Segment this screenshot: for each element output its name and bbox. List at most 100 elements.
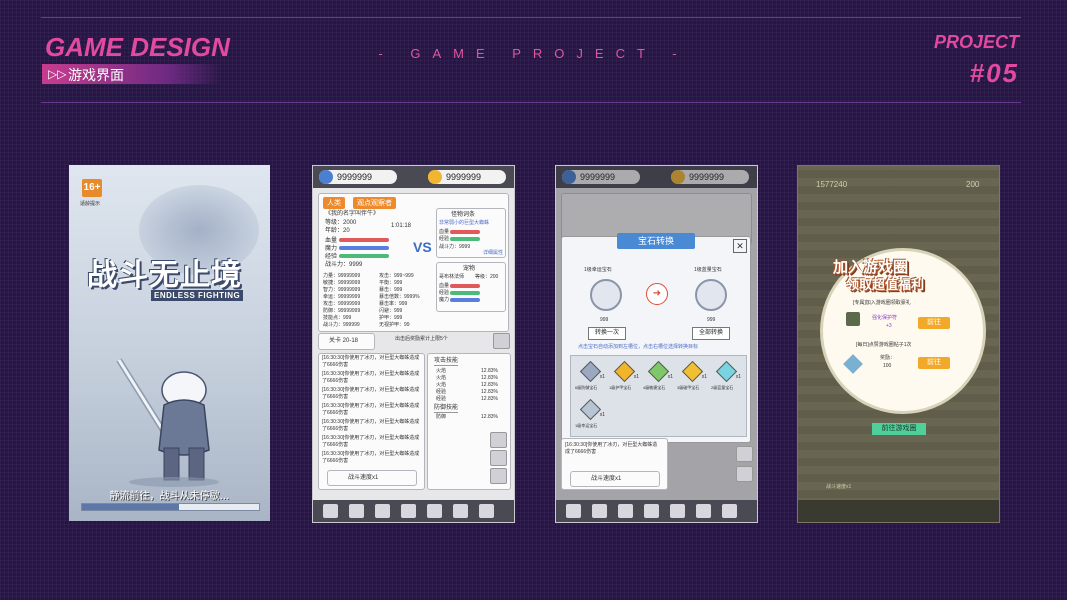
pet-mp: 魔力 bbox=[439, 297, 481, 304]
gem-name: 1级护甲宝石 bbox=[609, 385, 632, 390]
speed-button[interactable]: 战斗速度x1 bbox=[327, 470, 417, 486]
task1-title: [专属]加入游戏圈领取豪礼 bbox=[853, 300, 911, 306]
side-button[interactable] bbox=[736, 446, 753, 462]
pet-mp-bar bbox=[450, 297, 481, 302]
skill-value: 12.83% bbox=[481, 389, 498, 395]
attr-right: 无视护甲：99 bbox=[379, 322, 410, 328]
nav-sword-icon[interactable] bbox=[323, 504, 338, 518]
nav-bag-icon[interactable] bbox=[592, 504, 607, 518]
banner-line2: 领取超值福利 bbox=[846, 277, 925, 292]
run-icon[interactable] bbox=[493, 333, 510, 349]
skill-row: 经验 12.83% bbox=[436, 396, 498, 403]
loading-progress-fill bbox=[82, 504, 180, 510]
nav-gem-icon[interactable] bbox=[453, 504, 468, 518]
monster-exp: 经验 bbox=[439, 236, 481, 243]
player-age: 年龄：20 bbox=[325, 228, 350, 234]
attr-right: 攻击：999~999 bbox=[379, 273, 414, 279]
skill-value: 12.83% bbox=[481, 375, 498, 381]
monster-hp-label: 血量 bbox=[439, 229, 450, 235]
right-gem-label: 1级蓝量宝石 bbox=[694, 267, 722, 273]
speed-label: 战斗速度x1 bbox=[591, 476, 622, 482]
monster-title: 怪物词条 bbox=[451, 212, 476, 218]
gem-name: 4级敏捷宝石 bbox=[643, 385, 666, 390]
gold-counter: 9999999 bbox=[428, 170, 506, 184]
pet-hp: 血量 bbox=[439, 283, 481, 290]
convert-all-button[interactable]: 全部转换 bbox=[692, 327, 730, 340]
gem-item[interactable]: x1 2级蓝量宝石 bbox=[711, 360, 741, 394]
gold-value: 9999999 bbox=[446, 172, 482, 182]
diamond-value: 9999999 bbox=[337, 172, 373, 182]
skills-panel: 攻击技能 火焰 12.83% 火焰 12.83% 火焰 12.83% 经验 12.83% 经验 1… bbox=[427, 353, 511, 490]
attr-right: 暴击：999 bbox=[379, 287, 403, 293]
speed-label: 战斗速度x1 bbox=[348, 475, 379, 481]
attr-right: 暴击率：999 bbox=[379, 301, 408, 307]
monster-card: 怪物词条 非常弱小的巨型大蜘蛛 血量 经验 战斗力：9999 详细属性 bbox=[436, 208, 506, 258]
gem-item[interactable]: x1 1级护甲宝石 bbox=[609, 360, 639, 394]
nav-sword-icon[interactable] bbox=[566, 504, 581, 518]
pet-hp-label: 血量 bbox=[439, 283, 450, 289]
gem-item[interactable]: x1 4级敏捷宝石 bbox=[643, 360, 673, 394]
nav-paw-icon[interactable] bbox=[375, 504, 390, 518]
gem-item[interactable]: x1 3级破甲宝石 bbox=[677, 360, 707, 394]
hp-row: 血量 bbox=[325, 237, 389, 245]
side-button[interactable] bbox=[736, 466, 753, 482]
skill-side-button[interactable] bbox=[490, 450, 507, 466]
hp-label: 血量 bbox=[325, 238, 338, 244]
nav-bag-icon[interactable] bbox=[349, 504, 364, 518]
splash-screen: 16+ 适龄提示 战斗无止境 ENDLESS FIGHTING 静流前往，战斗从… bbox=[69, 165, 270, 521]
left-gem-slot[interactable] bbox=[590, 279, 622, 311]
gem-count: x1 bbox=[735, 374, 741, 380]
pet-exp-label: 经验 bbox=[439, 290, 450, 296]
pet-exp-bar bbox=[450, 290, 481, 295]
go-button-2[interactable]: 前往 bbox=[918, 357, 950, 369]
monster-power: 战斗力：9999 bbox=[439, 244, 471, 250]
player-name: 《我的名字叫伴牛》 bbox=[325, 211, 380, 217]
bottom-nav bbox=[798, 500, 999, 522]
gem-icon bbox=[647, 360, 670, 383]
coin-icon bbox=[428, 170, 442, 184]
go-game-circle-button[interactable]: 前往游戏圈 bbox=[872, 423, 926, 435]
gem-item[interactable]: x1 1级幸运宝石 bbox=[575, 398, 605, 432]
gem-item[interactable]: x1 6级防御宝石 bbox=[575, 360, 605, 394]
reward2-qty: 100 bbox=[883, 363, 892, 369]
gem-convert-modal: 宝石转换 ✕ 1级幸运宝石 1级蓝量宝石 ➜ 999 999 转换一次 全部转换… bbox=[561, 233, 751, 443]
nav-gem-icon[interactable] bbox=[696, 504, 711, 518]
currency-bar: 9999999 9999999 bbox=[313, 166, 514, 188]
monster-exp-label: 经验 bbox=[439, 236, 450, 242]
nav-menu-icon[interactable] bbox=[722, 504, 737, 518]
monster-name: 非常弱小的巨型大蜘蛛 bbox=[439, 220, 490, 226]
skill-side-button[interactable] bbox=[490, 468, 507, 484]
nav-paw-icon[interactable] bbox=[618, 504, 633, 518]
stage-label: 关卡 20-18 bbox=[329, 338, 359, 344]
detail-link[interactable]: 详细属性 bbox=[483, 250, 503, 257]
nav-wing-icon[interactable] bbox=[401, 504, 416, 518]
currency1: 1577240 bbox=[816, 180, 848, 189]
gem-icon bbox=[613, 360, 636, 383]
nav-menu-icon[interactable] bbox=[479, 504, 494, 518]
attr-right: 平衡：999 bbox=[379, 280, 403, 286]
pet-title: 宠物 bbox=[463, 266, 476, 272]
tab-race[interactable]: 人类 bbox=[323, 197, 345, 209]
speed-label: 战斗速度x1 bbox=[826, 484, 852, 490]
nav-cards-icon[interactable] bbox=[427, 504, 442, 518]
currency2: 200 bbox=[966, 180, 980, 189]
age-rating-text: 适龄提示 bbox=[80, 201, 101, 207]
tab-observer[interactable]: 观点观察者 bbox=[353, 197, 396, 209]
left-cost: 999 bbox=[600, 317, 609, 323]
gem-convert-screen: 9999999 9999999 宝石转换 ✕ 1级幸运宝石 1级蓝量宝石 ➜ 9… bbox=[555, 165, 758, 523]
arrow-right-icon: ➜ bbox=[646, 283, 668, 305]
right-gem-slot[interactable] bbox=[695, 279, 727, 311]
go-button-1[interactable]: 前往 bbox=[918, 317, 950, 329]
nav-wing-icon[interactable] bbox=[644, 504, 659, 518]
battle-log: [16:30:30]你使用了冰刃，对巨型大蜘蛛造成了6666伤害 战斗速度x1 bbox=[561, 438, 668, 490]
convert-once-button[interactable]: 转换一次 bbox=[588, 327, 626, 340]
reward1-qty: +3 bbox=[886, 323, 892, 329]
speed-button[interactable]: 战斗速度x1 bbox=[570, 471, 660, 487]
attr-right: 护甲：999 bbox=[379, 315, 403, 321]
gem-count: x1 bbox=[701, 374, 707, 380]
skill-side-button[interactable] bbox=[490, 432, 507, 448]
close-icon[interactable]: ✕ bbox=[733, 239, 747, 253]
game-circle-screen: 1577240 200 加入游戏圈 领取超值福利 [专属]加入游戏圈领取豪礼 强… bbox=[797, 165, 1000, 523]
nav-cards-icon[interactable] bbox=[670, 504, 685, 518]
skill-name: 经验 bbox=[436, 396, 447, 402]
